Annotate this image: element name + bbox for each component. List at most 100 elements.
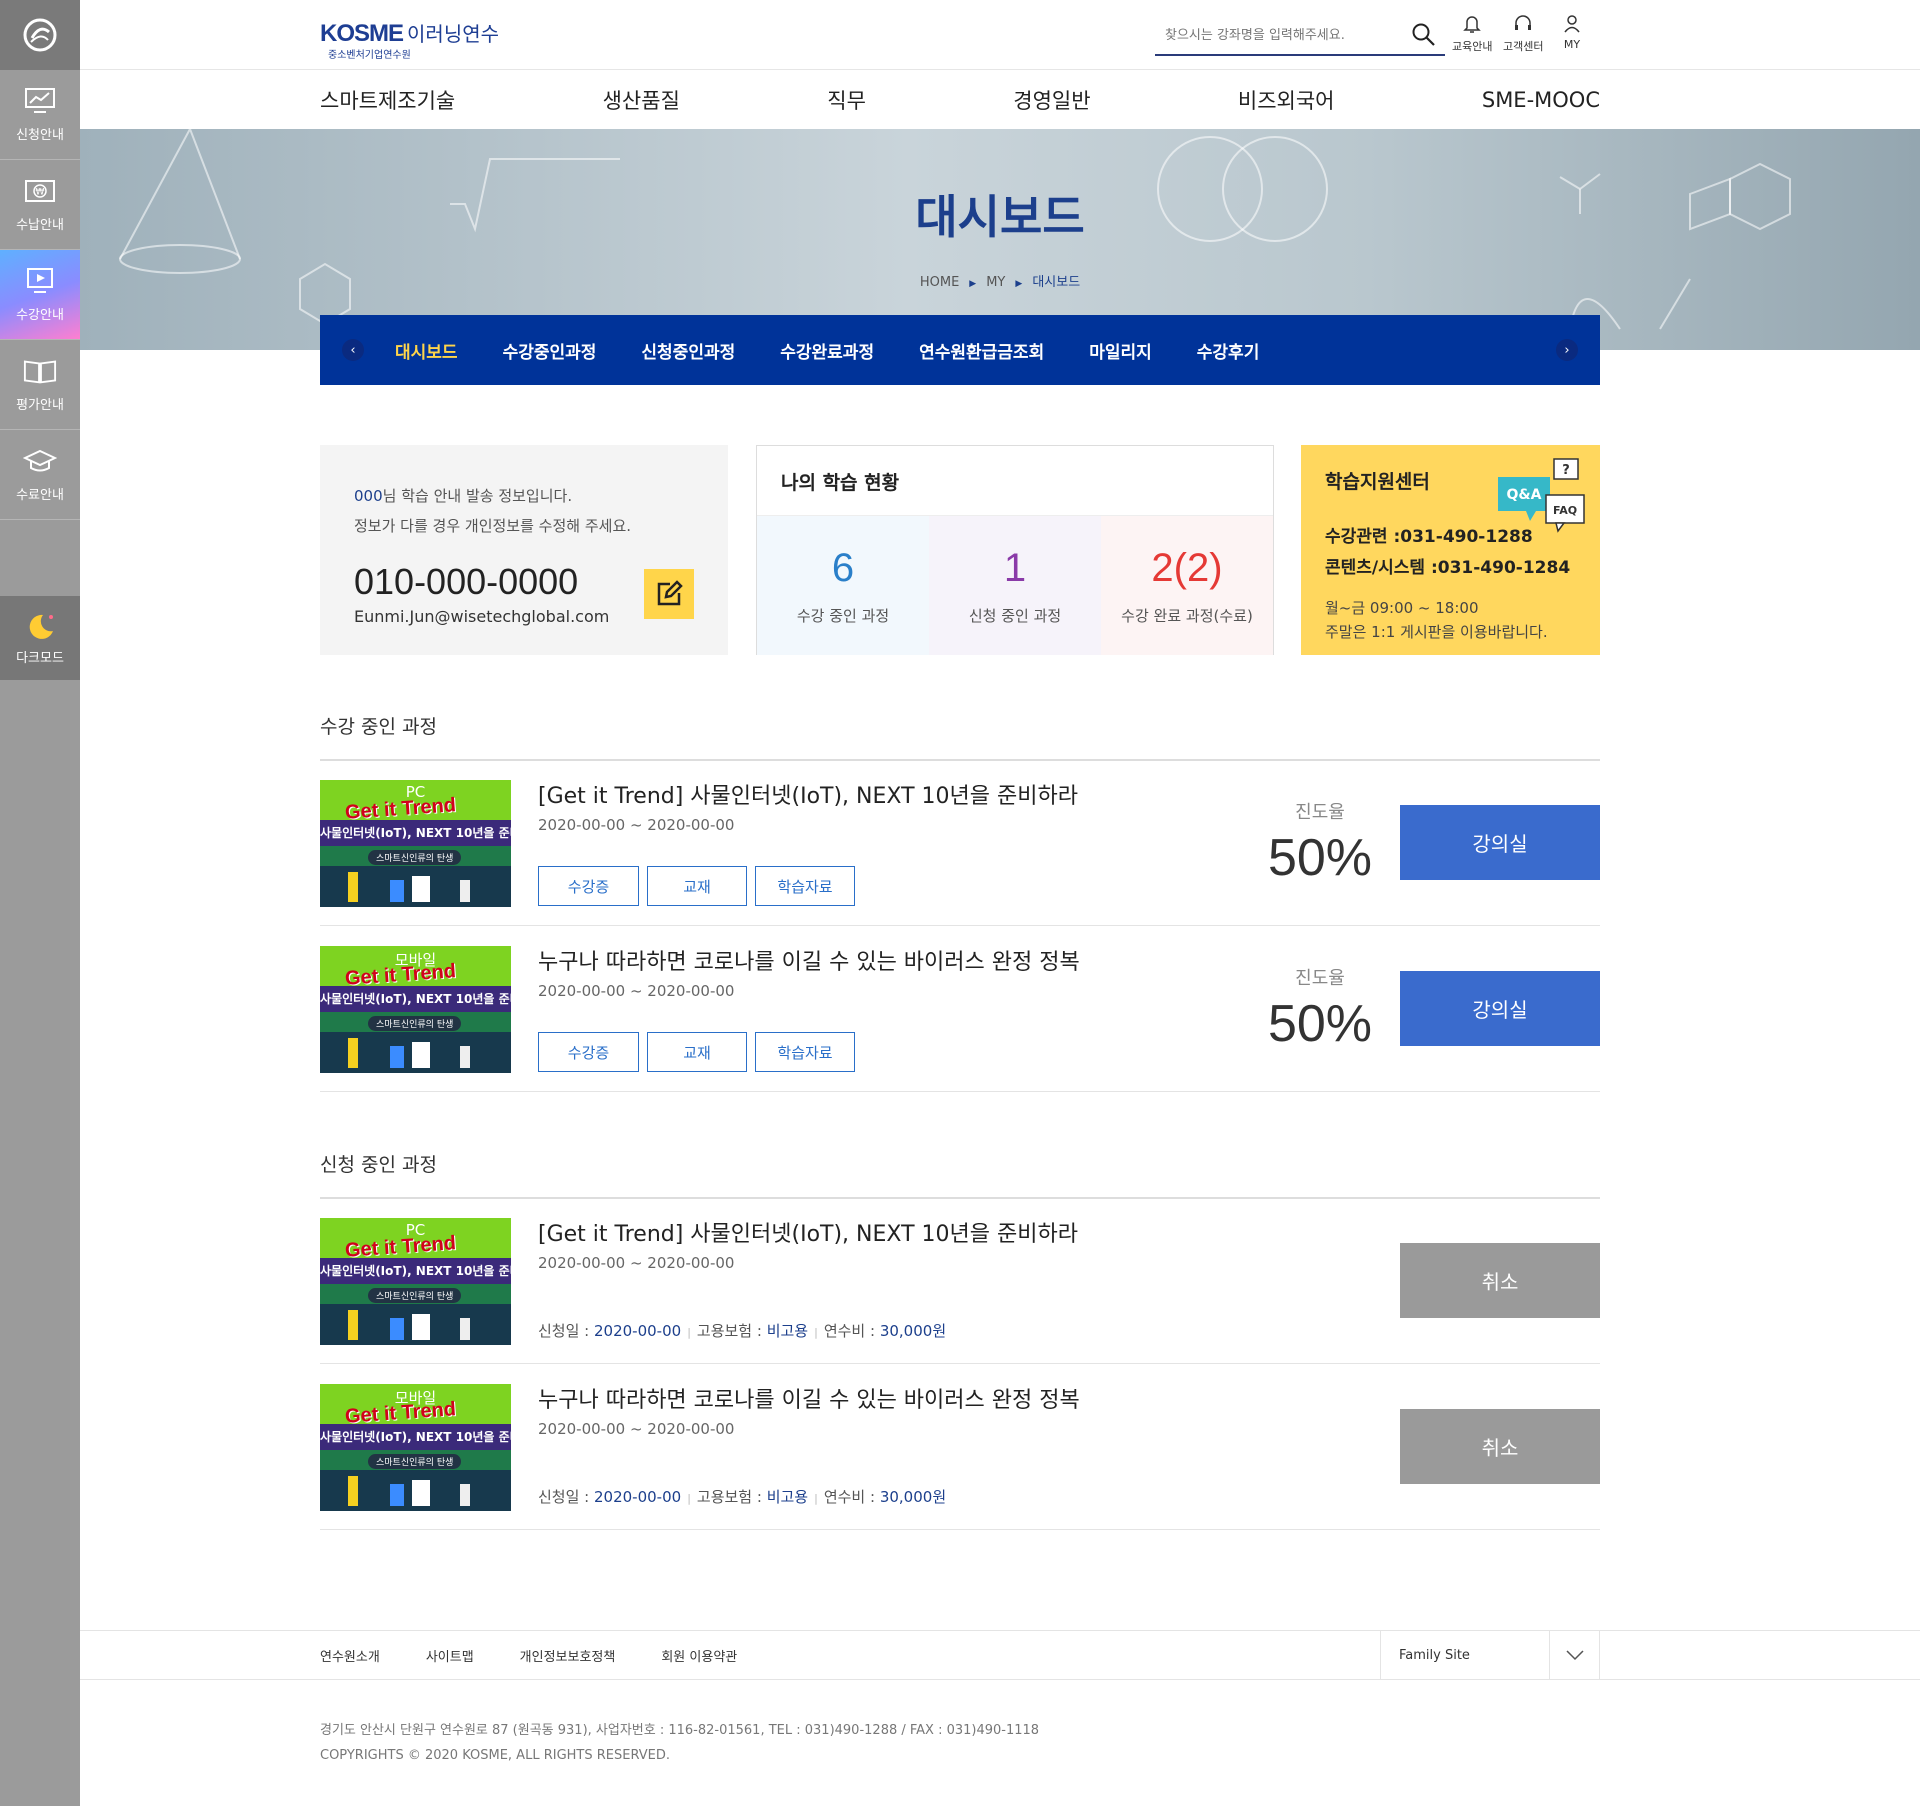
course-title[interactable]: 누구나 따라하면 코로나를 이길 수 있는 바이러스 완정 정복 — [538, 1382, 1080, 1414]
footer-link-sitemap[interactable]: 사이트맵 — [426, 1646, 474, 1665]
classroom-button[interactable]: 강의실 — [1400, 971, 1600, 1046]
swirl-logo-icon — [23, 18, 57, 52]
chevron-left-icon[interactable]: ‹ — [342, 339, 364, 361]
stat-in-progress[interactable]: 6 수강 중인 과정 — [757, 516, 929, 655]
platform-tag: PC — [405, 1221, 426, 1239]
course-thumbnail[interactable]: Get it Trend 사물인터넷(IoT), NEXT 10년을 준비하 스마트… — [320, 1384, 511, 1511]
sidebar-item-label: 수강안내 — [16, 308, 64, 323]
chevron-down-icon[interactable] — [1549, 1631, 1599, 1679]
stat-applied[interactable]: 1 신청 중인 과정 — [929, 516, 1101, 655]
edu-info-link[interactable]: 교육안내 — [1452, 14, 1492, 54]
tab-dashboard[interactable]: 대시보드 — [395, 338, 458, 363]
footer-nav: 연수원소개 사이트맵 개인정보보호정책 회원 이용약관 Family Site — [80, 1630, 1920, 1680]
tab-refund[interactable]: 연수원환급금조회 — [919, 338, 1044, 363]
gnb-item[interactable]: 생산품질 — [603, 85, 680, 115]
search-input[interactable] — [1155, 18, 1405, 52]
gnb-item[interactable]: SME-MOOC — [1482, 88, 1600, 112]
crumb-arrow-icon: ▶ — [969, 279, 977, 289]
sidebar-item-payment[interactable]: ₩ 수납안내 — [0, 160, 80, 250]
course-thumbnail[interactable]: Get it Trend 사물인터넷(IoT), NEXT 10년을 준비하 스마트… — [320, 780, 511, 907]
sidebar-item-apply[interactable]: 신청안내 — [0, 70, 80, 160]
customer-center-link[interactable]: 고객센터 — [1503, 14, 1543, 54]
sub-nav: ‹ 대시보드 수강중인과정 신청중인과정 수강완료과정 연수원환급금조회 마일리… — [320, 315, 1600, 385]
footer-link-terms[interactable]: 회원 이용약관 — [661, 1646, 737, 1665]
crumb-my[interactable]: MY — [986, 275, 1005, 290]
course-thumbnail[interactable]: Get it Trend 사물인터넷(IoT), NEXT 10년을 준비하 스마트… — [320, 946, 511, 1073]
stat-completed[interactable]: 2(2) 수강 완료 과정(수료) — [1101, 516, 1273, 655]
certificate-button[interactable]: 수강증 — [538, 866, 639, 906]
materials-button[interactable]: 학습자료 — [755, 866, 855, 906]
status-title: 나의 학습 현황 — [757, 446, 1273, 516]
sidebar-item-label: 평가안내 — [16, 398, 64, 413]
tab-in-progress[interactable]: 수강중인과정 — [503, 338, 597, 363]
chevron-right-icon[interactable]: › — [1556, 339, 1578, 361]
progress-value: 50% — [1267, 995, 1373, 1053]
footer-link-about[interactable]: 연수원소개 — [320, 1646, 380, 1665]
won-bill-icon: ₩ — [23, 176, 57, 206]
textbook-button[interactable]: 교재 — [647, 1032, 747, 1072]
open-book-icon — [23, 356, 57, 386]
bell-icon — [1463, 16, 1482, 33]
learning-status-card: 나의 학습 현황 6 수강 중인 과정 1 신청 중인 과정 2(2) 수강 완료 과… — [756, 445, 1274, 655]
gnb-item[interactable]: 비즈외국어 — [1238, 85, 1335, 115]
course-row: Get it Trend 사물인터넷(IoT), NEXT 10년을 준비하 스마트… — [320, 1364, 1600, 1530]
crumb-current: 대시보드 — [1032, 275, 1081, 290]
sidebar-item-label: 수료안내 — [16, 488, 64, 503]
svg-text:?: ? — [1562, 463, 1570, 478]
platform-tag: 모바일 — [394, 951, 437, 969]
sidebar-item-course[interactable]: 수강안내 — [0, 250, 80, 340]
gnb-item[interactable]: 스마트제조기술 — [320, 85, 455, 115]
main-area: KOSME이러닝연수 중소벤처기업연수원 교육안내 고객센터 MY 스마트제조기… — [80, 0, 1920, 1806]
crumb-home[interactable]: HOME — [920, 275, 959, 290]
section-title-applied: 신청 중인 과정 — [320, 1154, 437, 1176]
certificate-button[interactable]: 수강증 — [538, 1032, 639, 1072]
qa-faq-bubbles-icon: ? Q&A FAQ — [1498, 458, 1585, 533]
sidebar-item-label: 수납안내 — [16, 218, 64, 233]
left-sidebar: 신청안내 ₩ 수납안내 수강안내 평가안내 수료안내 다크모드 — [0, 0, 80, 1806]
gnb-item[interactable]: 직무 — [827, 85, 866, 115]
search-box — [1155, 18, 1445, 56]
classroom-button[interactable]: 강의실 — [1400, 805, 1600, 880]
application-meta: 신청일 : 2020-00-00 | 고용보험 : 비고용 | 연수비 : 30,000… — [538, 1322, 947, 1340]
tab-completed[interactable]: 수강완료과정 — [780, 338, 874, 363]
search-icon[interactable] — [1411, 22, 1437, 52]
footer-link-privacy[interactable]: 개인정보보호정책 — [520, 1646, 616, 1665]
headset-icon — [1515, 15, 1532, 30]
course-thumbnail[interactable]: Get it Trend 사물인터넷(IoT), NEXT 10년을 준비하 스마트… — [320, 1218, 511, 1345]
section-title-in-progress: 수강 중인 과정 — [320, 716, 437, 738]
cancel-button[interactable]: 취소 — [1400, 1243, 1600, 1318]
breadcrumb: HOME ▶ MY ▶ 대시보드 — [80, 271, 1920, 290]
platform-tag: PC — [405, 783, 426, 801]
page-title: 대시보드 — [915, 190, 1085, 244]
svg-text:Q&A: Q&A — [1507, 487, 1542, 503]
crumb-arrow-icon: ▶ — [1015, 279, 1023, 289]
my-link[interactable]: MY — [1563, 14, 1581, 51]
dark-mode-toggle[interactable]: 다크모드 — [0, 596, 80, 680]
course-row: Get it Trend 사물인터넷(IoT), NEXT 10년을 준비하 스마트… — [320, 1198, 1600, 1364]
sidebar-item-completion[interactable]: 수료안내 — [0, 430, 80, 520]
platform-tag: 모바일 — [394, 1389, 437, 1407]
progress-label: 진도율 — [1295, 968, 1345, 989]
course-title[interactable]: [Get it Trend] 사물인터넷(IoT), NEXT 10년을 준비하… — [538, 1216, 1078, 1248]
sidebar-logo[interactable] — [0, 0, 80, 70]
sidebar-item-evaluation[interactable]: 평가안내 — [0, 340, 80, 430]
course-title[interactable]: 누구나 따라하면 코로나를 이길 수 있는 바이러스 완정 정복 — [538, 944, 1080, 976]
support-center-card: ? Q&A FAQ 학습지원센터 수강관련 :031-490-1288 콘텐츠/… — [1301, 445, 1600, 655]
application-meta: 신청일 : 2020-00-00 | 고용보험 : 비고용 | 연수비 : 30,000… — [538, 1488, 947, 1506]
progress-label: 진도율 — [1295, 802, 1345, 823]
course-date: 2020-00-00 ~ 2020-00-00 — [538, 1254, 735, 1272]
tab-reviews[interactable]: 수강후기 — [1197, 338, 1260, 363]
course-title[interactable]: [Get it Trend] 사물인터넷(IoT), NEXT 10년을 준비하… — [538, 778, 1078, 810]
cancel-button[interactable]: 취소 — [1400, 1409, 1600, 1484]
gnb-item[interactable]: 경영일반 — [1013, 85, 1090, 115]
textbook-button[interactable]: 교재 — [647, 866, 747, 906]
family-site-select[interactable]: Family Site — [1380, 1631, 1600, 1679]
user-email: Eunmi.Jun@wisetechglobal.com — [354, 607, 610, 626]
edit-info-button[interactable] — [644, 569, 694, 619]
tab-mileage[interactable]: 마일리지 — [1089, 338, 1152, 363]
main-nav: 스마트제조기술 생산품질 직무 경영일반 비즈외국어 SME-MOOC — [320, 70, 1600, 129]
site-logo[interactable]: KOSME 이러닝연수 중소벤처기업연수원 — [320, 18, 499, 61]
sidebar-item-label: 신청안내 — [16, 128, 64, 143]
tab-applied[interactable]: 신청중인과정 — [641, 338, 735, 363]
materials-button[interactable]: 학습자료 — [755, 1032, 855, 1072]
